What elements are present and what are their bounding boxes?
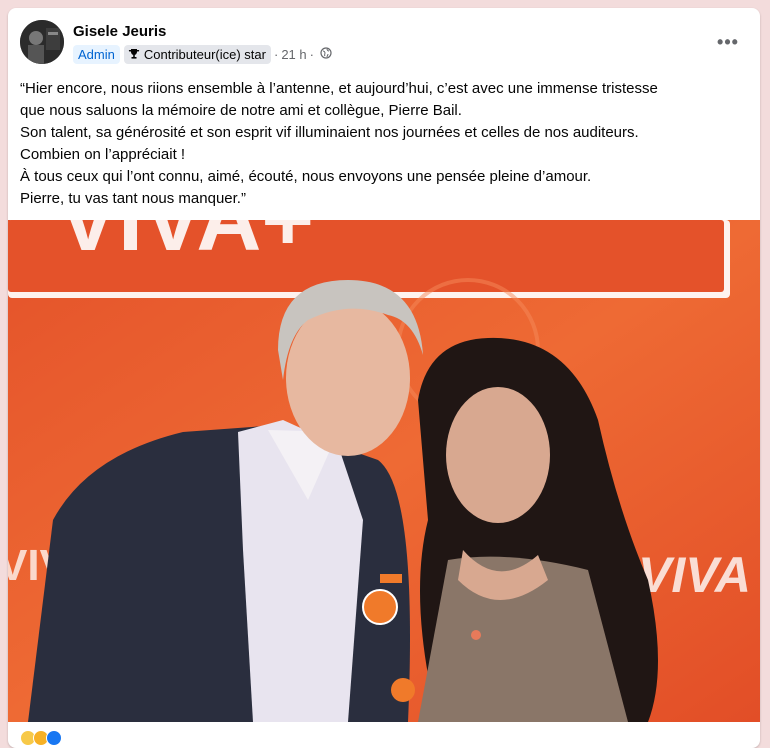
like-reaction-icon — [46, 730, 62, 746]
meta-separator: · — [273, 46, 279, 62]
globe-icon[interactable] — [320, 46, 332, 62]
post-time[interactable]: 21 h — [281, 47, 306, 62]
contributor-badge[interactable]: Contributeur(ice) star — [123, 44, 271, 64]
admin-badge[interactable]: Admin — [73, 44, 120, 64]
post-text-line: Pierre, tu vas tant nous manquer.” — [20, 190, 246, 207]
author-name[interactable]: Gisele Jeuris — [73, 23, 166, 40]
post-text-line: Combien on l’appréciait ! — [20, 146, 186, 163]
reactions-summary[interactable] — [20, 730, 62, 746]
banner-logo-text: VIVA+ — [58, 220, 314, 270]
post-photo[interactable]: VIVA+ VIVA VIVA — [8, 220, 760, 722]
meta-separator-2: · — [309, 46, 314, 62]
contributor-badge-label: Contributeur(ice) star — [143, 46, 266, 62]
post-text-line: À tous ceux qui l’ont connu, aimé, écout… — [20, 168, 592, 185]
post-header: Gisele Jeuris Admin Contributeur(ice) st… — [8, 8, 760, 76]
post-text-line: que nous saluons la mémoire de notre ami… — [20, 102, 462, 119]
post-text: “Hier encore, nous riions ensemble à l’a… — [20, 78, 748, 210]
post-text-line: “Hier encore, nous riions ensemble à l’a… — [20, 80, 658, 97]
more-options-button[interactable]: ••• — [710, 30, 746, 54]
avatar[interactable] — [20, 20, 64, 64]
post-card: Gisele Jeuris Admin Contributeur(ice) st… — [8, 8, 760, 748]
post-meta: Admin Contributeur(ice) star · 21 h · — [73, 44, 332, 64]
side-logo-right: VIVA — [638, 547, 751, 603]
trophy-icon — [128, 49, 139, 59]
post-text-line: Son talent, sa générosité et son esprit … — [20, 124, 639, 141]
